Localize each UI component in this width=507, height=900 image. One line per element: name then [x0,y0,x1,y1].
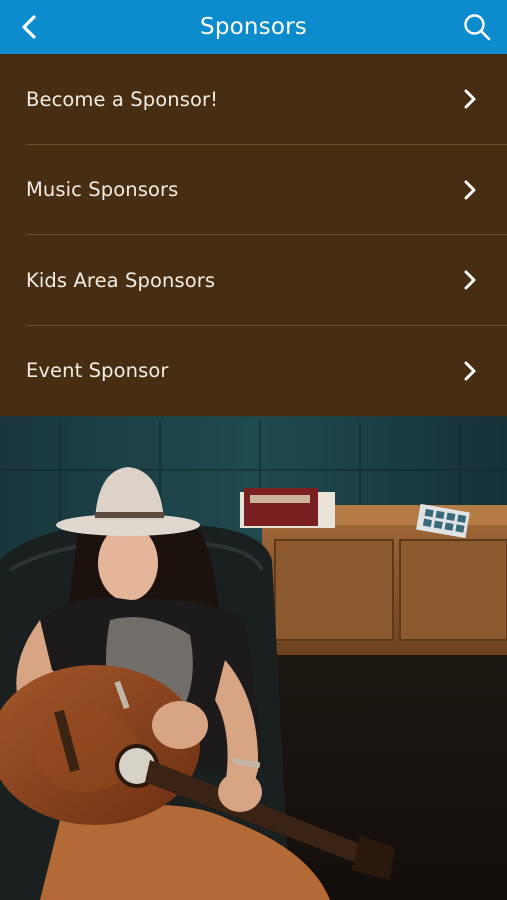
chevron-right-icon [463,270,477,290]
menu-item-label: Music Sponsors [26,178,179,202]
search-icon [464,14,491,41]
chevron-left-icon [22,15,36,39]
menu-item-label: Event Sponsor [26,359,169,383]
page-title: Sponsors [200,14,307,40]
chevron-right-icon [463,361,477,381]
sponsor-menu: Become a Sponsor! Music Sponsors Kids Ar… [0,54,507,416]
menu-item-label: Become a Sponsor! [26,87,219,111]
chevron-right-icon [463,180,477,200]
search-button[interactable] [451,0,491,54]
menu-item-label: Kids Area Sponsors [26,268,216,292]
menu-item-kids-area-sponsors[interactable]: Kids Area Sponsors [0,235,507,326]
back-button[interactable] [20,0,60,54]
menu-item-become-a-sponsor[interactable]: Become a Sponsor! [0,54,507,145]
menu-item-event-sponsor[interactable]: Event Sponsor [0,326,507,417]
menu-item-music-sponsors[interactable]: Music Sponsors [0,145,507,235]
app-header: Sponsors [0,0,507,54]
chevron-right-icon [463,89,477,109]
